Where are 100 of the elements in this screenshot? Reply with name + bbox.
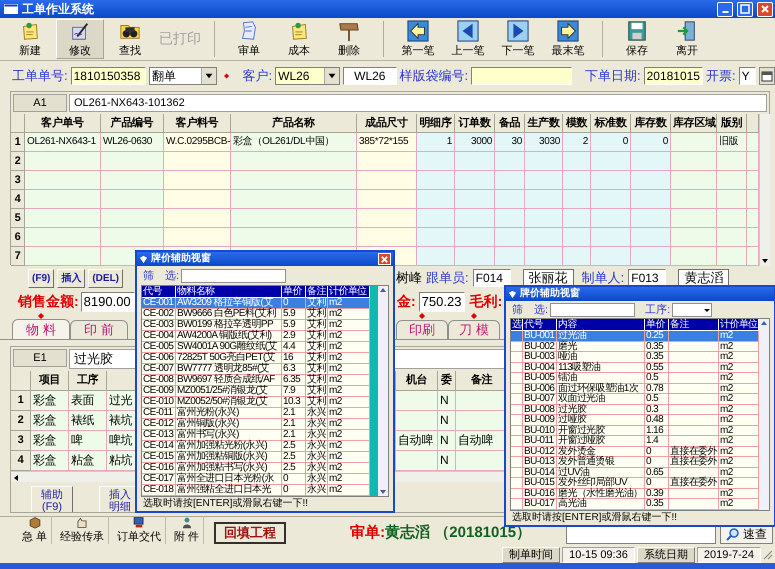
list-row[interactable]: BU-010 开窗过光胶 1.16 m2 [511, 426, 759, 436]
column-header: 模数 [563, 114, 591, 133]
toolbar-button[interactable]: 下一笔 [494, 19, 542, 59]
table-cell: 30 [495, 133, 525, 152]
table-cell: 3000 [455, 133, 495, 152]
column-header: 标准数 [591, 114, 631, 133]
list-row[interactable]: BU-003 哑油 0.35 m2 [511, 352, 759, 362]
grid-action-button[interactable]: 插入 [57, 268, 86, 288]
list-row[interactable]: CE-012 富州铜版(永兴) 2.1 永兴 m2 [142, 419, 370, 430]
action-button[interactable]: 订单交代 [113, 516, 166, 544]
status-label: 系统日期 [636, 546, 695, 562]
column-header: 工序 [69, 371, 107, 391]
list-row[interactable]: BU-007 双面过光油 0.5 m2 [511, 394, 759, 404]
customer-name-field[interactable]: WL26 [343, 67, 397, 85]
list-row[interactable]: CE-008 BW9697 轻质合成纸/AF 6.35 艾利 m2 [142, 375, 370, 386]
order-date-field[interactable]: 20181015 [644, 67, 703, 85]
dialog-title: 牌价辅助视窗 [151, 253, 211, 265]
field-label: 工单单号: [12, 67, 68, 85]
customer-dropdown[interactable]: WL26 [275, 67, 340, 85]
toolbar-button[interactable]: 删除 [325, 19, 373, 59]
table-cell: 1 [417, 133, 455, 152]
status-value: 10-15 09:36 [562, 546, 635, 562]
table-cell: 彩盒 [31, 451, 69, 471]
list-row[interactable]: BU-004 113吸塑油 0.55 m2 [511, 362, 759, 373]
list-row[interactable]: BU-002 磨光 0.35 m2 [511, 342, 759, 352]
list-row[interactable]: BU-014 过UV油 0.65 m2 [511, 468, 759, 478]
cell-reference: A1 [13, 94, 67, 112]
list-row[interactable]: CE-003 BW0199 格拉辛透明PP 5.9 艾利 m2 [142, 320, 370, 331]
list-row[interactable]: CE-006 72825T 50G亮白PET(艾 16 艾利 m2 [142, 353, 370, 364]
order-type-dropdown[interactable]: 翻单 [149, 67, 218, 85]
list-row[interactable]: CE-016 富州加强粘书写(永兴) 2.5 永兴 m2 [142, 463, 370, 474]
list-row[interactable]: BU-008 过光胶 0.3 m2 [511, 404, 759, 415]
table-cell: 3030 [525, 133, 563, 152]
tab[interactable]: 物 料 [12, 319, 70, 339]
amount-field[interactable]: 8190.00 [80, 292, 135, 312]
action-button[interactable]: 经验传承 [56, 516, 110, 544]
list-row[interactable]: BU-013 发外普通烫银 0 直接在委外 m2 [511, 457, 759, 468]
list-row[interactable]: CE-005 SW4001A 90G雕纹纸(艾 4.4 艾利 m2 [142, 342, 370, 353]
list-row[interactable]: CE-007 BW7777 透明龙85#(艾 6.3 艾利 m2 [142, 364, 370, 375]
toolbar-button[interactable]: 审单 [225, 19, 273, 59]
tab[interactable]: 印刷 [396, 320, 448, 339]
list-row[interactable]: BU-015 发外丝印局部UV 0 直接在委外 m2 [511, 478, 759, 488]
table-cell: 裱纸 [69, 411, 107, 431]
list-row[interactable]: BU-011 开窗过哑胶 1.4 m2 [511, 436, 759, 446]
hint-text: 选取时请按[ENTER]或滑鼠右键一下!! [511, 510, 678, 524]
action-button[interactable]: 附 件 [170, 516, 204, 544]
toolbar-button[interactable]: 第一笔 [394, 19, 442, 59]
list-row[interactable]: BU-016 磨光（水性磨光油） 0.39 m2 [511, 488, 759, 499]
table-cell: N [438, 411, 456, 431]
list-row[interactable]: BU-009 过哑胶 0.48 m2 [511, 415, 759, 426]
grid-action-button[interactable]: (DEL) [88, 268, 124, 288]
list-row[interactable]: CE-004 AW4200A 铜版纸(艾利) 2.9 艾利 m2 [142, 331, 370, 342]
toolbar-button[interactable]: 离开 [663, 19, 711, 59]
dialog-title: 牌价辅助视窗 [520, 288, 580, 300]
list-row[interactable]: CE-017 富州全进口日本光粉(永 0 永兴 m2 [142, 474, 370, 485]
toolbar-button[interactable]: 修改 [56, 19, 104, 59]
toolbar-button[interactable]: 上一笔 [444, 19, 492, 59]
fill-back-button[interactable]: 回填工程 [214, 522, 286, 544]
hint-text: 选取时请按[ENTER]或滑鼠右键一下!! [142, 497, 310, 511]
staff-text: 树峰 [396, 269, 422, 287]
status-label: 制单时间 [502, 546, 560, 562]
toolbar-button[interactable]: 保存 [613, 19, 661, 59]
toolbar-button[interactable]: 成本 [275, 19, 323, 59]
list-row[interactable]: CE-014 富州加强粘光粉(永兴) 2.5 永兴 m2 [142, 441, 370, 452]
grid-action-button[interactable]: (F9) [28, 268, 54, 288]
tab[interactable]: 刀 模 [448, 320, 500, 339]
field-label: 筛 选: [143, 269, 180, 283]
table-cell: 高光油 [557, 499, 645, 510]
invoice-field[interactable]: Y [738, 67, 756, 85]
list-row[interactable]: BU-012 发外烫金 0 直接在委外 m2 [511, 446, 759, 457]
list-row[interactable]: CE-011 富州光粉(永兴) 2.1 永兴 m2 [142, 408, 370, 419]
order-number-field[interactable]: 1810150358 [70, 67, 146, 85]
amount-field[interactable]: 750.23 [418, 292, 465, 312]
column-header: 机台 [396, 371, 438, 391]
list-row[interactable]: BU-017 高光油 0.35 m2 [511, 499, 759, 510]
grid-action-button[interactable]: 辅助 (F9) [31, 486, 73, 512]
amount-label: 销售金额: [18, 293, 79, 311]
list-row[interactable]: CE-002 BW9666 白色PE料(艾利 5.9 艾利 m2 [142, 309, 370, 320]
table-cell: CE-018 [142, 485, 176, 496]
cell-value-field[interactable]: OL261-NX643-101362 [69, 94, 767, 112]
list-row[interactable]: BU-006 面过环保吸塑油1次 0.78 m2 [511, 384, 759, 394]
list-row[interactable]: CE-018 富州强粘全进口日本光 0 永兴 m2 [142, 485, 370, 496]
toolbar-button[interactable]: 最末笔 [544, 19, 592, 59]
toolbar-button[interactable]: 新建 [6, 19, 54, 59]
column-header: 客户料号 [164, 114, 231, 133]
list-row[interactable]: BU-005 镭油 0.5 m2 [511, 373, 759, 384]
staff-code-field[interactable]: F014 [472, 269, 511, 287]
list-row[interactable]: CE-015 富州加强粘铜版(永兴) 2.5 永兴 m2 [142, 452, 370, 463]
list-row[interactable]: CE-009 MZ0051/25#消银龙(艾 7.9 艾利 m2 [142, 386, 370, 397]
action-button[interactable]: 急 单 [18, 516, 52, 544]
list-row[interactable]: CE-010 MZ0052/50#消银龙(艾 10.3 艾利 m2 [142, 397, 370, 408]
list-row[interactable]: CE-013 富州书写(永兴) 2.1 永兴 m2 [142, 430, 370, 441]
column-header: 项目 [31, 371, 69, 391]
audit-text: 审单:黄志滔 （20181015） [350, 523, 532, 543]
column-header: 明细序 [417, 114, 455, 133]
tab[interactable]: 印 前 [70, 320, 128, 339]
amount-label: 金: [397, 293, 416, 311]
table-cell: 385*72*155 [357, 133, 417, 152]
toolbar-button[interactable]: 查找 [106, 19, 154, 59]
table-cell: 0.35 [645, 499, 669, 510]
